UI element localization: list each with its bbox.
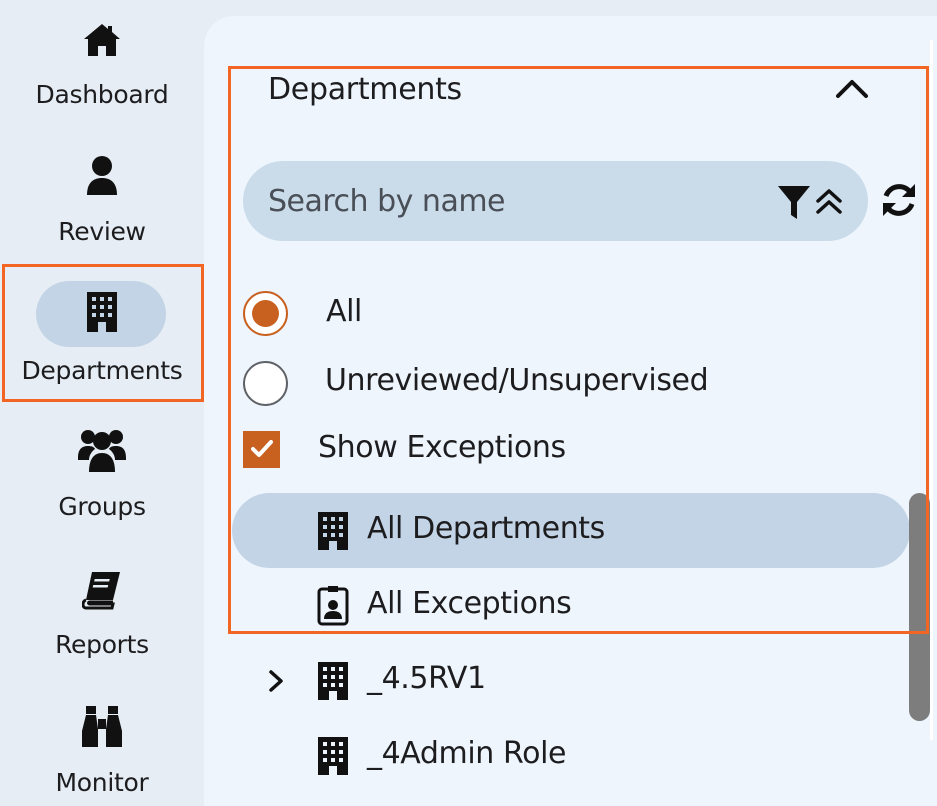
building-icon <box>317 511 349 555</box>
section-title: Departments <box>268 72 462 107</box>
nav-highlight-box <box>2 264 204 402</box>
nav-label-monitor: Monitor <box>55 768 149 797</box>
departments-panel <box>204 16 937 806</box>
side-nav: Dashboard Review Departments Groups Repo… <box>0 0 204 806</box>
list-item-label: All Departments <box>367 511 605 546</box>
book-icon <box>81 570 122 610</box>
nav-label-review: Review <box>58 217 146 246</box>
check-icon <box>251 440 273 457</box>
search-bar <box>243 161 868 241</box>
radio-unreviewed[interactable] <box>243 361 288 406</box>
list-item-label[interactable]: _4Admin Role <box>367 736 566 771</box>
building-icon <box>317 661 349 705</box>
filter-icon[interactable] <box>776 183 846 227</box>
chevron-up-icon[interactable] <box>834 76 870 104</box>
nav-item-groups[interactable]: Groups <box>0 428 204 528</box>
radio-all[interactable] <box>243 291 288 336</box>
binoculars-icon <box>80 705 124 749</box>
user-icon <box>85 155 119 197</box>
nav-label-dashboard: Dashboard <box>35 80 169 109</box>
home-icon <box>82 22 122 58</box>
nav-label-groups: Groups <box>58 492 146 521</box>
show-exceptions-checkbox[interactable] <box>243 431 280 468</box>
nav-label-reports: Reports <box>55 630 149 659</box>
list-item-label[interactable]: _4.5RV1 <box>367 661 486 696</box>
users-icon <box>78 428 126 474</box>
refresh-icon[interactable] <box>879 180 919 224</box>
nav-item-dashboard[interactable]: Dashboard <box>0 22 204 122</box>
building-icon <box>317 736 349 780</box>
scrollbar-thumb[interactable] <box>909 493 930 721</box>
radio-unreviewed-label: Unreviewed/Unsupervised <box>325 363 709 398</box>
scrollbar-track <box>930 40 933 740</box>
id-badge-icon <box>317 586 349 630</box>
nav-item-review[interactable]: Review <box>0 155 204 255</box>
nav-item-reports[interactable]: Reports <box>0 570 204 670</box>
list-item-label[interactable]: All Exceptions <box>367 586 572 621</box>
nav-item-monitor[interactable]: Monitor <box>0 705 204 805</box>
chevron-right-icon[interactable] <box>266 668 286 698</box>
show-exceptions-label: Show Exceptions <box>318 430 566 465</box>
search-input[interactable] <box>268 181 768 221</box>
radio-all-label: All <box>326 294 362 329</box>
